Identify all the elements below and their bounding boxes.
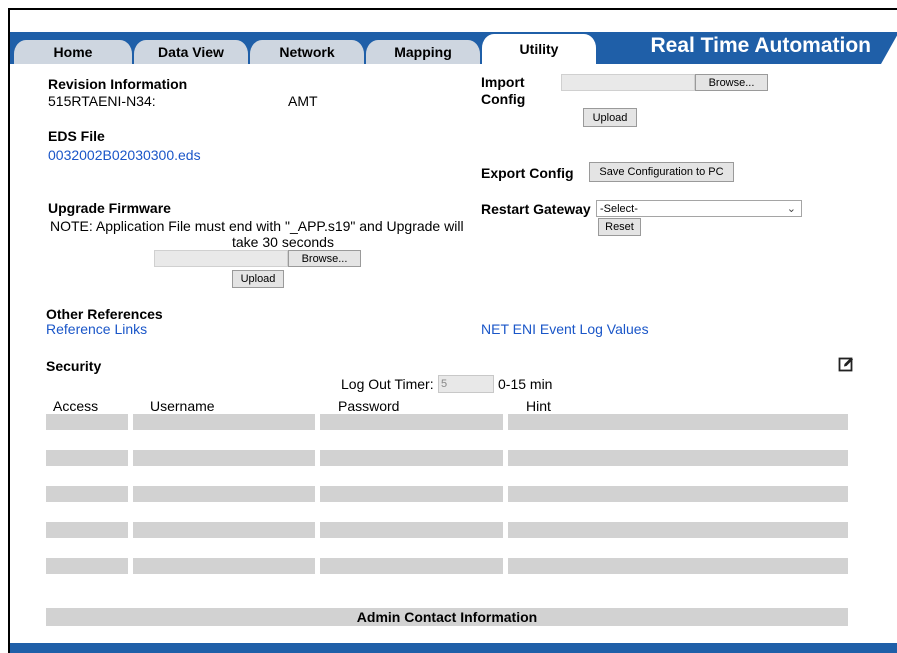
brand-corner — [881, 32, 897, 64]
tab-mapping[interactable]: Mapping — [366, 40, 480, 64]
security-row-4-hint-field[interactable] — [508, 522, 848, 538]
tab-utility[interactable]: Utility — [482, 34, 596, 64]
revision-heading: Revision Information — [48, 76, 188, 92]
security-row-3-hint-field[interactable] — [508, 486, 848, 502]
import-upload-button[interactable]: Upload — [583, 108, 637, 127]
firmware-note-line1: NOTE: Application File must end with "_A… — [50, 218, 464, 234]
column-header-username: Username — [150, 398, 215, 414]
security-row-4-username-field[interactable] — [133, 522, 315, 538]
security-row-3-username-field[interactable] — [133, 486, 315, 502]
import-file-input[interactable] — [561, 74, 695, 91]
security-row-1-hint-field[interactable] — [508, 414, 848, 430]
import-config-heading-line2: Config — [481, 91, 526, 107]
security-row-4-access-field[interactable] — [46, 522, 128, 538]
security-row-3-access-field[interactable] — [46, 486, 128, 502]
revision-value: AMT — [288, 93, 318, 109]
logout-timer-label: Log Out Timer: — [341, 376, 434, 392]
event-log-link[interactable]: NET ENI Event Log Values — [481, 321, 649, 337]
column-header-access: Access — [53, 398, 99, 414]
chevron-down-icon: ⌄ — [786, 203, 796, 215]
security-row-1-username-field[interactable] — [133, 414, 315, 430]
revision-model: 515RTAENI-N34: — [48, 93, 156, 109]
column-header-password: Password — [338, 398, 400, 414]
security-row-1-password-field[interactable] — [320, 414, 503, 430]
security-heading: Security — [46, 358, 102, 374]
import-browse-button[interactable]: Browse... — [695, 74, 768, 91]
security-row-5-username-field[interactable] — [133, 558, 315, 574]
edit-icon[interactable] — [838, 356, 854, 372]
security-row-5-access-field[interactable] — [46, 558, 128, 574]
firmware-upload-button[interactable]: Upload — [232, 270, 284, 288]
bottom-bar — [10, 643, 897, 653]
eds-heading: EDS File — [48, 128, 105, 144]
references-heading: Other References — [46, 306, 163, 322]
firmware-note-line2: take 30 seconds — [232, 234, 334, 250]
top-nav: Home Data View Network Mapping Utility R… — [10, 24, 897, 64]
security-row-2-username-field[interactable] — [133, 450, 315, 466]
page-frame: Home Data View Network Mapping Utility R… — [8, 8, 897, 653]
security-row-2-access-field[interactable] — [46, 450, 128, 466]
security-row-2-hint-field[interactable] — [508, 450, 848, 466]
column-header-hint: Hint — [526, 398, 551, 414]
save-configuration-button[interactable]: Save Configuration to PC — [589, 162, 734, 182]
tab-network[interactable]: Network — [250, 40, 364, 64]
firmware-browse-button[interactable]: Browse... — [288, 250, 361, 267]
import-config-heading-line1: Import — [481, 74, 525, 90]
tab-data-view[interactable]: Data View — [134, 40, 248, 64]
security-row-3-password-field[interactable] — [320, 486, 503, 502]
security-row-2-password-field[interactable] — [320, 450, 503, 466]
logout-timer-range: 0-15 min — [498, 376, 553, 392]
security-row-1-access-field[interactable] — [46, 414, 128, 430]
restart-gateway-heading: Restart Gateway — [481, 201, 591, 217]
export-config-heading: Export Config — [481, 165, 574, 181]
restart-select-value: -Select- — [600, 202, 638, 215]
brand-title: Real Time Automation — [650, 34, 871, 57]
security-row-5-password-field[interactable] — [320, 558, 503, 574]
reset-button[interactable]: Reset — [598, 218, 641, 236]
tab-home[interactable]: Home — [14, 40, 132, 64]
restart-gateway-select[interactable]: -Select- ⌄ — [596, 200, 802, 217]
reference-links-link[interactable]: Reference Links — [46, 321, 147, 337]
firmware-heading: Upgrade Firmware — [48, 200, 171, 216]
logout-timer-input[interactable]: 5 — [438, 375, 494, 393]
admin-contact-bar[interactable]: Admin Contact Information — [46, 608, 848, 626]
security-row-5-hint-field[interactable] — [508, 558, 848, 574]
security-row-4-password-field[interactable] — [320, 522, 503, 538]
eds-file-link[interactable]: 0032002B02030300.eds — [48, 147, 201, 163]
firmware-file-input[interactable] — [154, 250, 288, 267]
